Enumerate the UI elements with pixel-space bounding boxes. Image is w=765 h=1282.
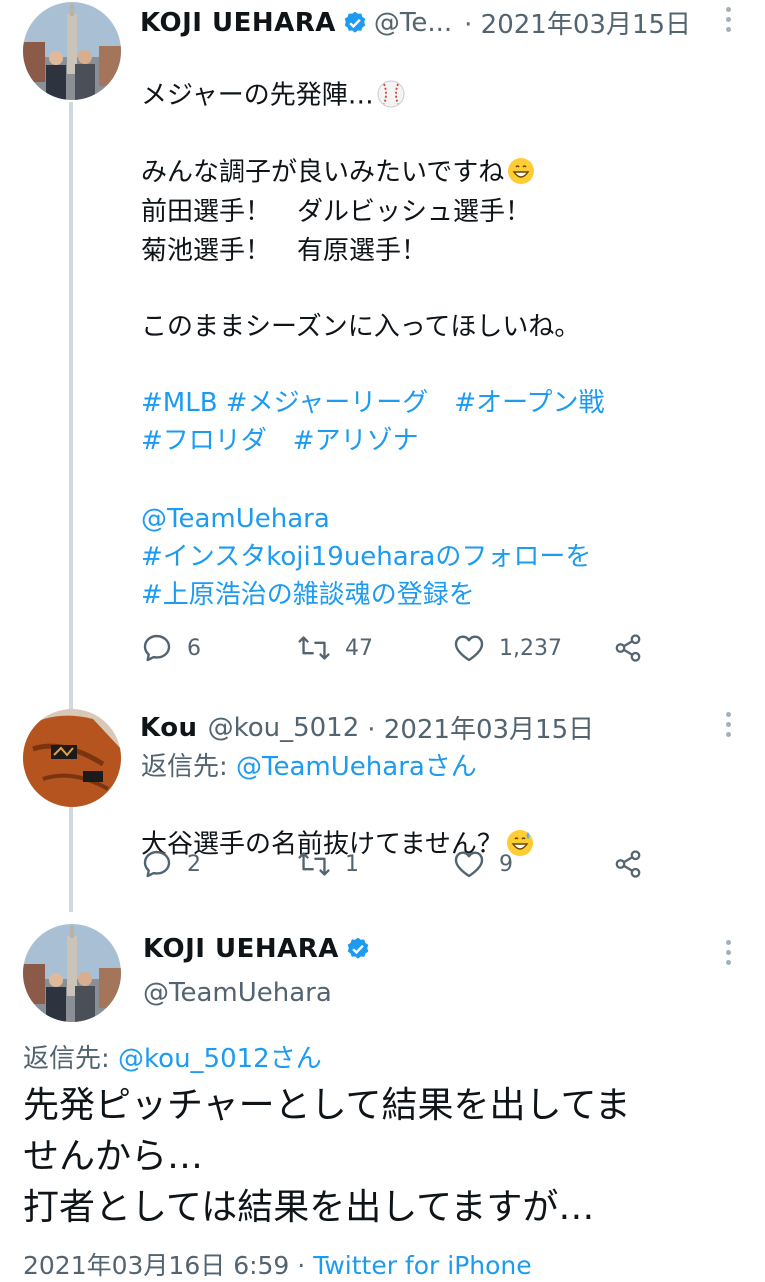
- tweet-source[interactable]: Twitter for iPhone: [313, 1251, 531, 1280]
- hashtags-line1[interactable]: #MLB #メジャーリーグ #オープン戦: [141, 384, 605, 422]
- reply-prefix: 返信先:: [23, 1044, 119, 1074]
- tweet2-header: Kou @kou_5012 · 2021年03月15日: [140, 709, 594, 746]
- tweet1-actions: 6 47 1,237: [141, 632, 657, 664]
- retweet-count: 47: [345, 635, 373, 661]
- retweet-icon: [298, 852, 330, 876]
- share-button[interactable]: [613, 632, 657, 664]
- like-count: 9: [499, 851, 513, 877]
- reply-count: 6: [187, 635, 201, 661]
- like-icon: [454, 635, 484, 662]
- author-handle[interactable]: @TeamUehara: [143, 978, 332, 1008]
- reply-button[interactable]: 6: [141, 632, 297, 664]
- verified-badge-icon: [345, 936, 371, 962]
- author-handle[interactable]: @Te...: [374, 8, 452, 38]
- separator: ·: [289, 1251, 314, 1280]
- hashtags-line2[interactable]: #フロリダ #アリゾナ: [141, 422, 419, 460]
- tweet1-line2: みんな調子が良いみたいですね: [141, 117, 536, 197]
- reply-prefix: 返信先:: [141, 752, 237, 782]
- retweet-button[interactable]: 47: [297, 632, 453, 664]
- main-tweet-header: KOJI UEHARA: [143, 934, 377, 964]
- main-reply-context: 返信先: @kou_5012さん: [23, 1040, 322, 1079]
- author-name[interactable]: KOJI UEHARA: [143, 934, 339, 964]
- avatar-koji-uehara[interactable]: [23, 2, 121, 100]
- grinning-emoji: [506, 117, 536, 197]
- hashtags-line4[interactable]: #上原浩治の雑談魂の登録を: [141, 576, 475, 614]
- like-button[interactable]: 1,237: [453, 633, 613, 663]
- tweet1-header: KOJI UEHARA @Te... · 2021年03月15日: [140, 4, 691, 41]
- tweet1-line2-text: みんな調子が良いみたいですね: [141, 157, 505, 188]
- author-name[interactable]: KOJI UEHARA: [140, 8, 336, 38]
- reply-context: 返信先: @TeamUeharaさん: [141, 748, 477, 787]
- hashtags-line3[interactable]: #インスタkoji19ueharaのフォローを: [141, 538, 591, 576]
- more-icon[interactable]: [725, 712, 731, 737]
- baseball-emoji: [376, 40, 406, 120]
- tweet1-line1-text: メジャーの先発陣…: [141, 80, 374, 111]
- more-icon[interactable]: [725, 940, 731, 965]
- like-icon: [454, 851, 484, 878]
- avatar-kou[interactable]: [23, 709, 121, 807]
- main-tweet-body: 先発ピッチャーとして結果を出してま せんから… 打者としては結果を出してますが…: [23, 1085, 631, 1228]
- reply-icon: [143, 850, 171, 878]
- more-icon[interactable]: [725, 7, 731, 32]
- avatar-koji-uehara[interactable]: [23, 924, 121, 1022]
- reply-to-link[interactable]: @TeamUeharaさん: [236, 752, 477, 782]
- share-button[interactable]: [613, 848, 657, 880]
- like-count: 1,237: [499, 635, 562, 661]
- retweet-count: 1: [345, 851, 359, 877]
- author-name[interactable]: Kou: [140, 713, 198, 743]
- retweet-icon: [298, 636, 330, 660]
- tweet-date[interactable]: · 2021年03月15日: [367, 709, 594, 746]
- like-button[interactable]: 9: [453, 849, 613, 879]
- tweet1-line4: このままシーズンに入ってほしいね。: [141, 312, 581, 342]
- tweet1-line1: メジャーの先発陣…: [141, 40, 406, 120]
- share-icon: [615, 850, 641, 878]
- tweet-timestamp[interactable]: 2021年03月16日 6:59: [23, 1251, 289, 1280]
- mention-link[interactable]: @TeamUehara: [141, 500, 330, 538]
- reply-button[interactable]: 2: [141, 848, 297, 880]
- reply-count: 2: [187, 851, 201, 877]
- reply-to-link[interactable]: @kou_5012さん: [118, 1044, 322, 1074]
- reply-icon: [143, 634, 171, 662]
- tweet1-line3: 前田選手！ ダルビッシュ選手！ 菊池選手！ 有原選手！: [141, 197, 532, 266]
- main-tweet-footer: 2021年03月16日 6:59 · Twitter for iPhone: [23, 1246, 532, 1282]
- author-handle[interactable]: @kou_5012: [208, 713, 360, 743]
- retweet-button[interactable]: 1: [297, 848, 453, 880]
- verified-badge-icon: [342, 10, 368, 36]
- tweet-date[interactable]: · 2021年03月15日: [464, 4, 691, 41]
- share-icon: [615, 634, 641, 662]
- tweet2-actions: 2 1 9: [141, 848, 657, 880]
